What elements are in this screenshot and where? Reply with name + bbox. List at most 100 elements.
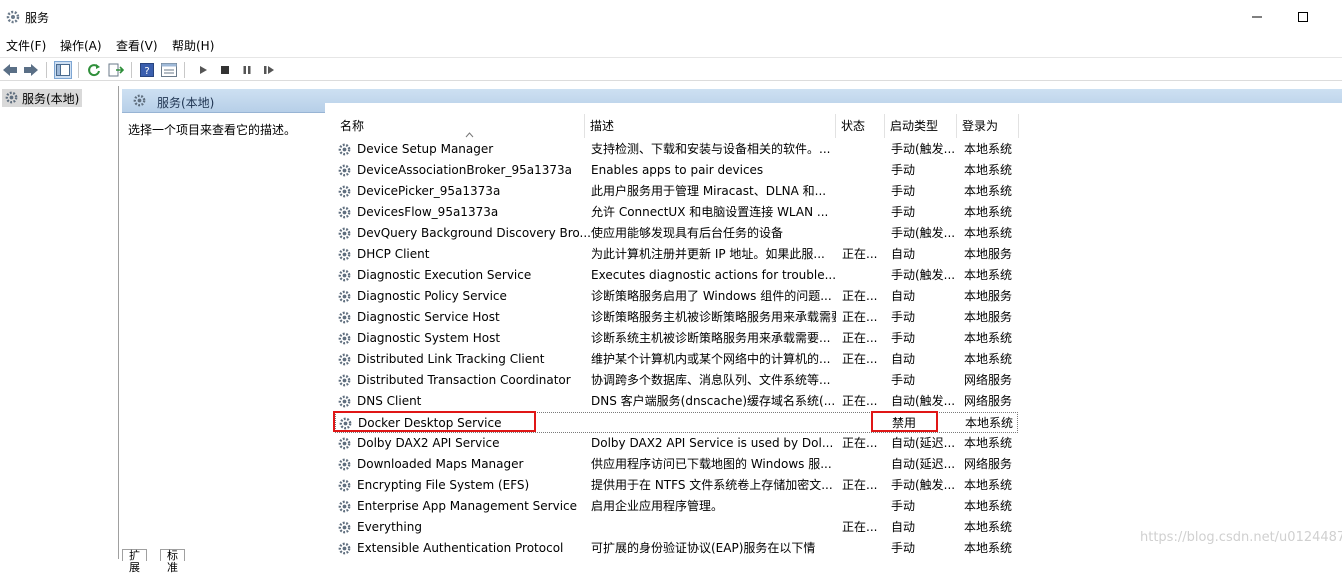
service-logon-as: 本地系统 bbox=[964, 142, 1013, 156]
service-startup-type: 自动 bbox=[891, 289, 916, 303]
menu-action[interactable]: 操作(A) bbox=[60, 37, 102, 54]
service-name: Extensible Authentication Protocol bbox=[357, 541, 564, 555]
column-header-status[interactable]: 状态 bbox=[836, 114, 885, 138]
service-startup-type: 自动(延迟... bbox=[891, 457, 956, 471]
service-startup-type: 自动 bbox=[891, 352, 916, 366]
service-list: 名称 描述 状态 启动类型 登录为 Device Setup Manager 支持… bbox=[325, 103, 1342, 559]
service-row[interactable]: Enterprise App Management Service 启用企业应用程… bbox=[335, 496, 1018, 517]
service-row[interactable]: Diagnostic Execution Service Executes dia… bbox=[335, 265, 1018, 286]
service-status: 正在... bbox=[842, 520, 878, 534]
service-row[interactable]: DevicesFlow_95a1373a 允许 ConnectUX 和电脑设置连接… bbox=[335, 202, 1018, 223]
restart-service-icon[interactable] bbox=[260, 61, 278, 79]
stop-service-icon[interactable] bbox=[216, 61, 234, 79]
service-row[interactable]: Everything 正在... 自动 本地系统 bbox=[335, 517, 1018, 538]
service-row[interactable]: Dolby DAX2 API Service Dolby DAX2 API Ser… bbox=[335, 433, 1018, 454]
help-icon[interactable]: ? bbox=[138, 61, 156, 79]
service-name: DevicePicker_95a1373a bbox=[357, 184, 501, 198]
refresh-icon[interactable] bbox=[85, 61, 103, 79]
service-description: DNS 客户端服务(dnscache)缓存域名系统(... bbox=[591, 394, 836, 408]
service-name: DNS Client bbox=[357, 394, 422, 408]
service-startup-type: 自动 bbox=[891, 520, 916, 534]
export-list-icon[interactable] bbox=[107, 61, 125, 79]
maximize-button[interactable] bbox=[1280, 3, 1326, 31]
service-description: 诊断策略服务主机被诊断策略服务用来承载需要... bbox=[591, 310, 836, 324]
start-service-icon[interactable] bbox=[194, 61, 212, 79]
service-row[interactable]: Downloaded Maps Manager 供应用程序访问已下载地图的 Win… bbox=[335, 454, 1018, 475]
service-row[interactable]: Extensible Authentication Protocol 可扩展的身份… bbox=[335, 538, 1018, 559]
column-header-logon-as[interactable]: 登录为 bbox=[957, 114, 1019, 138]
service-row[interactable]: DevicePicker_95a1373a 此用户服务用于管理 Miracast、… bbox=[335, 181, 1018, 202]
service-row[interactable]: Diagnostic System Host 诊断系统主机被诊断策略服务用来承载需… bbox=[335, 328, 1018, 349]
description-pane: 选择一个项目来查看它的描述。 bbox=[122, 114, 325, 559]
forward-arrow-icon[interactable] bbox=[22, 61, 40, 79]
service-startup-type: 自动(触发... bbox=[891, 394, 956, 408]
service-row[interactable]: DeviceAssociationBroker_95a1373a Enables … bbox=[335, 160, 1018, 181]
service-startup-type: 手动(触发... bbox=[891, 226, 956, 240]
service-status: 正在... bbox=[842, 247, 878, 261]
description-hint: 选择一个项目来查看它的描述。 bbox=[128, 123, 297, 137]
menu-help[interactable]: 帮助(H) bbox=[172, 37, 214, 54]
service-logon-as: 本地服务 bbox=[964, 310, 1013, 324]
tree-node-services-local[interactable]: 服务(本地) bbox=[2, 89, 83, 107]
service-row[interactable]: DNS Client DNS 客户端服务(dnscache)缓存域名系统(... 正… bbox=[335, 391, 1018, 412]
service-logon-as: 网络服务 bbox=[964, 394, 1013, 408]
service-description: 为此计算机注册并更新 IP 地址。如果此服... bbox=[591, 247, 825, 261]
service-name: DevicesFlow_95a1373a bbox=[357, 205, 499, 219]
service-status: 正在... bbox=[842, 331, 878, 345]
minimize-button[interactable] bbox=[1234, 3, 1280, 31]
menu-bar: 文件(F) 操作(A) 查看(V) 帮助(H) bbox=[0, 34, 1342, 56]
service-name: Diagnostic Service Host bbox=[357, 310, 500, 324]
menu-view[interactable]: 查看(V) bbox=[116, 37, 158, 54]
service-description: 诊断系统主机被诊断策略服务用来承载需要... bbox=[591, 331, 831, 345]
toolbar-separator bbox=[184, 62, 185, 78]
toolbar-separator bbox=[46, 62, 47, 78]
service-status: 正在... bbox=[842, 310, 878, 324]
service-row[interactable]: Distributed Link Tracking Client 维护某个计算机内… bbox=[335, 349, 1018, 370]
show-hide-console-tree-icon[interactable] bbox=[54, 61, 72, 79]
service-logon-as: 本地系统 bbox=[964, 268, 1013, 282]
service-startup-type: 手动 bbox=[891, 205, 916, 219]
svg-text:?: ? bbox=[144, 66, 149, 77]
column-header-name-label: 名称 bbox=[340, 119, 365, 133]
service-startup-type: 自动 bbox=[891, 247, 916, 261]
menu-file[interactable]: 文件(F) bbox=[6, 37, 46, 54]
back-arrow-icon[interactable] bbox=[1, 61, 19, 79]
gear-icon bbox=[132, 93, 147, 111]
service-row[interactable]: Device Setup Manager 支持检测、下载和安装与设备相关的软件。.… bbox=[335, 139, 1018, 160]
service-name: Distributed Link Tracking Client bbox=[357, 352, 545, 366]
service-name: Device Setup Manager bbox=[357, 142, 494, 156]
service-row[interactable]: Diagnostic Policy Service 诊断策略服务启用了 Windo… bbox=[335, 286, 1018, 307]
service-row[interactable]: DevQuery Background Discovery Bro... 使应用能… bbox=[335, 223, 1018, 244]
column-header-description[interactable]: 描述 bbox=[585, 114, 836, 138]
service-row[interactable]: Distributed Transaction Coordinator 协调跨多个… bbox=[335, 370, 1018, 391]
service-description: 供应用程序访问已下载地图的 Windows 服... bbox=[591, 457, 832, 471]
service-description: 维护某个计算机内或某个网络中的计算机的... bbox=[591, 352, 831, 366]
service-description: Enables apps to pair devices bbox=[591, 163, 764, 177]
column-header-name[interactable]: 名称 bbox=[335, 114, 585, 138]
column-header-startup-type[interactable]: 启动类型 bbox=[885, 114, 957, 138]
service-logon-as: 本地服务 bbox=[964, 247, 1013, 261]
service-row[interactable]: Encrypting File System (EFS) 提供用于在 NTFS 文… bbox=[335, 475, 1018, 496]
highlight-box-service-name bbox=[333, 411, 536, 432]
service-startup-type: 手动 bbox=[891, 331, 916, 345]
tab-extended[interactable]: 扩展 bbox=[122, 549, 147, 574]
gear-icon bbox=[337, 541, 352, 563]
service-status: 正在... bbox=[842, 289, 878, 303]
service-logon-as: 本地系统 bbox=[965, 416, 1014, 430]
service-name: DevQuery Background Discovery Bro... bbox=[357, 226, 591, 240]
toolbar-separator bbox=[78, 62, 79, 78]
tab-standard[interactable]: 标准 bbox=[160, 549, 185, 574]
service-logon-as: 本地系统 bbox=[964, 520, 1013, 534]
service-row[interactable]: Diagnostic Service Host 诊断策略服务主机被诊断策略服务用来… bbox=[335, 307, 1018, 328]
service-status: 正在... bbox=[842, 352, 878, 366]
properties-pane-icon[interactable] bbox=[160, 61, 178, 79]
service-logon-as: 网络服务 bbox=[964, 373, 1013, 387]
service-description: 使应用能够发现具有后台任务的设备 bbox=[591, 226, 784, 240]
service-name: Downloaded Maps Manager bbox=[357, 457, 524, 471]
service-description: 支持检测、下载和安装与设备相关的软件。... bbox=[591, 142, 831, 156]
service-logon-as: 本地系统 bbox=[964, 352, 1013, 366]
service-description: 此用户服务用于管理 Miracast、DLNA 和... bbox=[591, 184, 827, 198]
service-row[interactable]: DHCP Client 为此计算机注册并更新 IP 地址。如果此服... 正在...… bbox=[335, 244, 1018, 265]
service-description: 诊断策略服务启用了 Windows 组件的问题... bbox=[591, 289, 832, 303]
pause-service-icon[interactable] bbox=[238, 61, 256, 79]
